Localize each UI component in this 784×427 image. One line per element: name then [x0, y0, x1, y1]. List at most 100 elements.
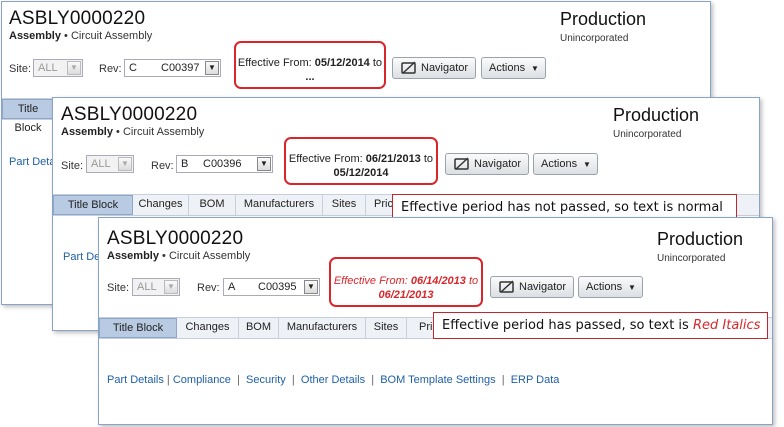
item-number-title: ASBLY0000220 — [9, 8, 146, 29]
effective-from-label: Effective From: — [333, 275, 408, 287]
link-security[interactable]: Security — [246, 374, 286, 386]
item-number-title: ASBLY0000220 — [61, 104, 198, 125]
chevron-down-icon: ▼ — [304, 280, 318, 294]
link-bom-template-settings[interactable]: BOM Template Settings — [380, 374, 495, 386]
chevron-down-icon: ▼ — [205, 61, 219, 75]
site-value: ALL — [91, 158, 111, 170]
navigator-button[interactable]: Navigator — [445, 153, 529, 175]
status-label: Unincorporated — [613, 129, 682, 140]
effective-to-word: to — [423, 153, 434, 165]
callout-red-italics: Effective period has passed, so text is … — [433, 312, 768, 339]
chevron-down-icon: ▼ — [164, 280, 178, 294]
effective-to-word: to — [468, 275, 479, 287]
item-class: Circuit Assembly — [70, 30, 153, 42]
revision-select[interactable]: C C00397 ▼ — [124, 59, 221, 77]
tab-bom[interactable]: BOM — [239, 318, 279, 338]
navigator-icon — [454, 157, 469, 170]
link-compliance[interactable]: Compliance — [173, 374, 231, 386]
effective-dates-highlight: Effective From: 06/14/2013 to 06/21/2013 — [329, 257, 483, 307]
revision-select[interactable]: B C00396 ▼ — [176, 155, 273, 173]
item-type: Assembly — [107, 250, 159, 262]
effective-to-date: ... — [305, 71, 315, 83]
rev-label: Rev: — [197, 282, 220, 294]
subtitle-separator: • — [116, 126, 120, 138]
actions-button[interactable]: Actions ▼ — [578, 276, 643, 298]
site-label: Site: — [107, 282, 130, 294]
item-type: Assembly — [9, 30, 61, 42]
rev-letter: A — [228, 281, 236, 293]
actions-button[interactable]: Actions ▼ — [533, 153, 598, 175]
tab-title-block[interactable]: Title Block — [2, 99, 54, 134]
site-select[interactable]: ALL ▼ — [86, 155, 134, 173]
lifecycle-phase: Production — [613, 105, 700, 125]
tab-manufacturers[interactable]: Manufacturers — [279, 318, 366, 338]
navigator-label: Navigator — [474, 158, 522, 170]
actions-label: Actions — [586, 281, 623, 293]
rev-change-number: C00395 — [258, 281, 297, 293]
navigator-button[interactable]: Navigator — [490, 276, 574, 298]
effective-to-word: to — [372, 57, 383, 69]
link-separator: | — [166, 374, 170, 386]
link-separator: | — [291, 374, 295, 386]
rev-label: Rev: — [99, 63, 122, 75]
link-separator: | — [237, 374, 240, 386]
link-part-details[interactable]: Part Details — [107, 374, 164, 386]
site-label: Site: — [9, 63, 32, 75]
effective-from-date: 06/14/2013 — [410, 275, 466, 287]
rev-change-number: C00396 — [203, 158, 242, 170]
navigator-label: Navigator — [519, 281, 567, 293]
effective-from-date: 05/12/2014 — [314, 57, 370, 69]
tab-changes[interactable]: Changes — [177, 318, 239, 338]
link-separator: | — [371, 374, 375, 386]
item-class: Circuit Assembly — [168, 250, 251, 262]
revision-select[interactable]: A C00395 ▼ — [223, 278, 320, 296]
item-subtitle: Assembly • Circuit Assembly — [61, 126, 204, 138]
subtitle-separator: • — [64, 30, 68, 42]
site-value: ALL — [38, 62, 58, 74]
navigator-label: Navigator — [421, 62, 469, 74]
site-label: Site: — [61, 160, 84, 172]
subtitle-separator: • — [162, 250, 166, 262]
navigator-icon — [499, 280, 514, 293]
navigator-button[interactable]: Navigator — [392, 57, 476, 79]
actions-label: Actions — [489, 62, 526, 74]
effective-to-date: 06/21/2013 — [378, 289, 434, 301]
section-links: Part Details | Compliance | Security | O… — [107, 374, 559, 386]
site-select[interactable]: ALL ▼ — [132, 278, 180, 296]
chevron-down-icon: ▼ — [628, 283, 636, 292]
rev-change-number: C00397 — [161, 62, 200, 74]
tab-sites[interactable]: Sites — [366, 318, 407, 338]
site-select[interactable]: ALL ▼ — [33, 59, 83, 77]
link-separator: | — [501, 374, 505, 386]
tab-changes[interactable]: Changes — [133, 195, 189, 215]
tab-title-block[interactable]: Title Block — [99, 318, 177, 338]
item-type: Assembly — [61, 126, 113, 138]
tab-title-block[interactable]: Title Block — [53, 195, 133, 215]
tab-manufacturers[interactable]: Manufacturers — [236, 195, 323, 215]
link-erp-data[interactable]: ERP Data — [511, 374, 560, 386]
effective-to-date: 05/12/2014 — [333, 167, 389, 179]
effective-from-line: Effective From: 05/12/2014 to — [236, 57, 384, 69]
effective-from-line: Effective From: 06/14/2013 to — [331, 275, 481, 287]
link-other-details[interactable]: Other Details — [301, 374, 365, 386]
tab-sites[interactable]: Sites — [323, 195, 366, 215]
status-label: Unincorporated — [657, 253, 726, 264]
chevron-down-icon: ▼ — [531, 64, 539, 73]
actions-label: Actions — [541, 158, 578, 170]
effective-dates-highlight: Effective From: 05/12/2014 to ... — [234, 41, 386, 89]
site-value: ALL — [137, 281, 157, 293]
chevron-down-icon: ▼ — [118, 157, 132, 171]
callout-red-italics-emphasis: Red Italics — [692, 318, 761, 333]
status-label: Unincorporated — [560, 33, 629, 44]
effective-dates-highlight: Effective From: 06/21/2013 to 05/12/2014 — [284, 137, 438, 185]
lifecycle-phase: Production — [657, 229, 744, 249]
lifecycle-phase: Production — [560, 9, 647, 29]
tab-bom[interactable]: BOM — [189, 195, 236, 215]
link-part-details[interactable]: Part Detai — [9, 156, 58, 168]
item-number-title: ASBLY0000220 — [107, 228, 244, 249]
navigator-icon — [401, 61, 416, 74]
rev-letter: C — [129, 62, 137, 74]
effective-from-date: 06/21/2013 — [365, 153, 421, 165]
callout-normal-label: Effective period has not passed, so text… — [401, 200, 723, 215]
actions-button[interactable]: Actions ▼ — [481, 57, 546, 79]
